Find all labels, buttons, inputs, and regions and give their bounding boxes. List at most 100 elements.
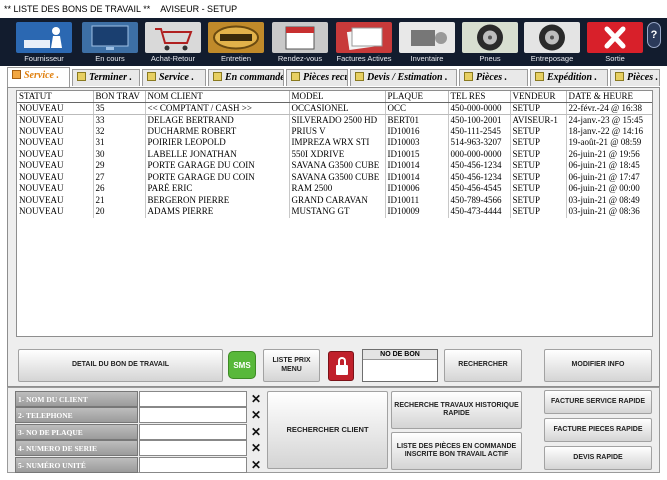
table-cell: 26 xyxy=(93,183,146,195)
toolbar-button-label: Entretien xyxy=(220,54,252,63)
monitor-icon xyxy=(82,22,138,53)
clear-icon[interactable]: ✕ xyxy=(250,457,262,473)
clear-icon[interactable]: ✕ xyxy=(250,440,262,456)
search-field-input[interactable] xyxy=(139,440,247,457)
table-cell: RAM 2500 xyxy=(289,183,386,195)
table-row[interactable]: NOUVEAU 33 DELAGE BERTRAND SILVERADO 2500 H… xyxy=(17,114,652,126)
tab-label: Pièces . xyxy=(627,72,659,83)
toolbar-button-inventaire[interactable]: Inventaire xyxy=(397,20,457,66)
search-field-input[interactable] xyxy=(139,407,247,424)
table-cell: SILVERADO 2500 HD xyxy=(289,114,386,126)
toolbar-button-entretien[interactable]: Entretien xyxy=(206,20,266,66)
toolbar-button-factures-actives[interactable]: Factures Actives xyxy=(334,20,394,66)
column-header[interactable]: TEL RES xyxy=(448,91,511,103)
tab-pi-ces-recu[interactable]: Pièces recu . xyxy=(286,69,348,86)
quick-history-search-button[interactable]: RECHERCHE TRAVAUX HISTORIQUE RAPIDE xyxy=(391,391,522,429)
table-row[interactable]: NOUVEAU 20 ADAMS PIERRE MUSTANG GT ID10009 45… xyxy=(17,206,652,218)
tab-pi-ces[interactable]: Pièces . xyxy=(459,69,528,86)
tab-label: En commande . xyxy=(225,72,284,83)
table-cell: SETUP xyxy=(510,137,567,149)
table-cell: ID10006 xyxy=(385,183,449,195)
quick-quote-button[interactable]: DEVIS RAPIDE xyxy=(544,446,652,470)
tab-exp-dition[interactable]: Expédition . xyxy=(530,69,608,86)
table-cell: SETUP xyxy=(510,148,567,160)
help-button[interactable]: ? xyxy=(647,22,661,48)
active-parts-order-list-button[interactable]: LISTE DES PIÈCES EN COMMANDE INSCRITE BO… xyxy=(391,432,522,470)
table-cell: 35 xyxy=(93,102,146,115)
lock-button[interactable] xyxy=(328,351,354,381)
tab-en-commande[interactable]: En commande . xyxy=(208,69,284,86)
table-cell: SETUP xyxy=(510,102,567,115)
tire-icon xyxy=(462,22,518,53)
search-field-input[interactable] xyxy=(139,456,247,473)
price-list-menu-button[interactable]: LISTE PRIX MENU xyxy=(263,349,320,382)
table-cell: 450-456-1234 xyxy=(448,171,511,183)
tab-label: Devis / Estimation . xyxy=(367,72,448,83)
table-cell: 20 xyxy=(93,206,146,218)
quick-parts-invoice-button[interactable]: FACTURE PIECES RAPIDE xyxy=(544,418,652,442)
table-row[interactable]: NOUVEAU 26 PARÉ ERIC RAM 2500 ID10006 450-456… xyxy=(17,183,652,195)
toolbar-button-fournisseur[interactable]: Fournisseur xyxy=(14,20,74,66)
column-header[interactable]: VENDEUR xyxy=(510,91,567,103)
work-order-detail-button[interactable]: DETAIL DU BON DE TRAVAIL xyxy=(18,349,223,382)
table-row[interactable]: NOUVEAU 30 LABELLE JONATHAN 550I XDRIVE ID10… xyxy=(17,148,652,160)
column-header[interactable]: MODEL xyxy=(289,91,386,103)
sms-button[interactable]: SMS xyxy=(228,351,256,379)
table-cell: 450-473-4444 xyxy=(448,206,511,218)
search-button[interactable]: RECHERCHER xyxy=(444,349,522,382)
table-row[interactable]: NOUVEAU 32 DUCHARME ROBERT PRIUS V ID10016 45… xyxy=(17,125,652,137)
toolbar-button-label: Rendez-vous xyxy=(277,54,323,63)
table-row[interactable]: NOUVEAU 29 PORTE GARAGE DU COIN SAVANA G350… xyxy=(17,160,652,172)
tab-service[interactable]: Service . xyxy=(7,67,70,87)
lock-body xyxy=(336,365,348,375)
clear-icon[interactable]: ✕ xyxy=(250,391,262,407)
tab-terminer[interactable]: Terminer . xyxy=(72,69,140,86)
table-row[interactable]: NOUVEAU 21 BERGERON PIERRE GRAND CARAVAN ID1… xyxy=(17,194,652,206)
column-header[interactable]: STATUT xyxy=(17,91,94,103)
column-header[interactable]: BON TRAV xyxy=(93,91,146,103)
search-field-row: 4- NUMERO DE SERIE ✕ xyxy=(15,440,262,457)
table-cell: ID10016 xyxy=(385,125,449,137)
toolbar-button-label: Sortie xyxy=(605,54,625,63)
table-cell: SETUP xyxy=(510,206,567,218)
toolbar-button-pneus[interactable]: Pneus xyxy=(460,20,520,66)
toolbar-button-en-cours[interactable]: En cours xyxy=(80,20,140,66)
search-field-input[interactable] xyxy=(139,423,247,440)
table-cell: 33 xyxy=(93,114,146,126)
table-cell: SETUP xyxy=(510,183,567,195)
tab-service[interactable]: Service . xyxy=(142,69,206,86)
table-row[interactable]: NOUVEAU 27 PORTE GARAGE DU COIN SAVANA G350… xyxy=(17,171,652,183)
toolbar-button-entreposage[interactable]: Entreposage xyxy=(522,20,582,66)
toolbar-button-rendez-vous[interactable]: Rendez-vous xyxy=(270,20,330,66)
clear-icon[interactable]: ✕ xyxy=(250,407,262,423)
tab-pi-ces[interactable]: Pièces . xyxy=(610,69,660,86)
table-cell: PRIUS V xyxy=(289,125,386,137)
work-order-number-label: NO DE BON xyxy=(363,350,437,360)
main-toolbar: Fournisseur En cours Achat-Retour Entretien… xyxy=(0,18,667,66)
column-header[interactable]: DATE & HEURE xyxy=(566,91,652,103)
search-field-input[interactable] xyxy=(139,391,247,407)
tab-label: Terminer . xyxy=(89,72,132,83)
toolbar-button-achat-retour[interactable]: Achat-Retour xyxy=(143,20,203,66)
search-client-button[interactable]: RECHERCHER CLIENT xyxy=(267,391,388,469)
tab-strip: Service . Terminer . Service . En commande … xyxy=(7,67,660,87)
quick-service-invoice-button[interactable]: FACTURE SERVICE RAPIDE xyxy=(544,390,652,414)
modify-info-button[interactable]: MODIFIER INFO xyxy=(544,349,652,382)
tab-label: Expédition . xyxy=(547,72,598,83)
clear-icon[interactable]: ✕ xyxy=(250,424,262,440)
table-cell: 29 xyxy=(93,160,146,172)
table-cell: 27 xyxy=(93,171,146,183)
work-order-number-input[interactable] xyxy=(363,360,437,381)
search-field-label: 5- NUMÉRO UNITÉ xyxy=(15,456,138,473)
table-cell: NOUVEAU xyxy=(17,183,94,195)
table-row[interactable]: NOUVEAU 31 POIRIER LEOPOLD IMPREZA WRX STI I… xyxy=(17,137,652,149)
table-cell: 450-111-2545 xyxy=(448,125,511,137)
toolbar-button-sortie[interactable]: Sortie xyxy=(585,20,645,66)
column-header[interactable]: NOM CLIENT xyxy=(145,91,290,103)
work-order-grid[interactable]: STATUT BON TRAV NOM CLIENT MODEL PLAQUE TEL R… xyxy=(16,90,653,337)
tab-devis-estimation[interactable]: Devis / Estimation . xyxy=(350,69,457,86)
column-header[interactable]: PLAQUE xyxy=(385,91,449,103)
tab-icon xyxy=(355,72,364,81)
table-row[interactable]: NOUVEAU 35 << COMPTANT / CASH >> OCCASIONEL… xyxy=(17,102,652,115)
work-order-table: STATUT BON TRAV NOM CLIENT MODEL PLAQUE TEL R… xyxy=(17,91,652,218)
